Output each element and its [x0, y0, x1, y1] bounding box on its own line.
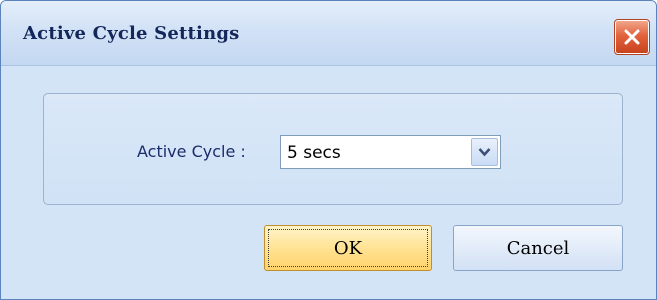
active-cycle-select[interactable]: 5 secs [280, 135, 501, 169]
ok-button[interactable]: OK [264, 225, 432, 271]
close-icon [624, 29, 640, 45]
focus-ring [268, 229, 428, 267]
title-bar[interactable]: Active Cycle Settings [1, 1, 656, 66]
dropdown-button[interactable] [471, 138, 498, 166]
active-cycle-label: Active Cycle : [137, 142, 246, 161]
cancel-button-label: Cancel [506, 237, 570, 259]
chevron-down-icon [478, 148, 491, 157]
dialog-body: Active Cycle : 5 secs OK Cancel [1, 66, 656, 299]
active-cycle-value: 5 secs [287, 143, 341, 163]
window-title: Active Cycle Settings [23, 23, 240, 44]
dialog-window: Active Cycle Settings Active Cycle : 5 s… [0, 0, 657, 300]
close-button[interactable] [614, 19, 650, 55]
cancel-button[interactable]: Cancel [453, 225, 623, 271]
settings-group-box: Active Cycle : 5 secs [43, 93, 623, 205]
